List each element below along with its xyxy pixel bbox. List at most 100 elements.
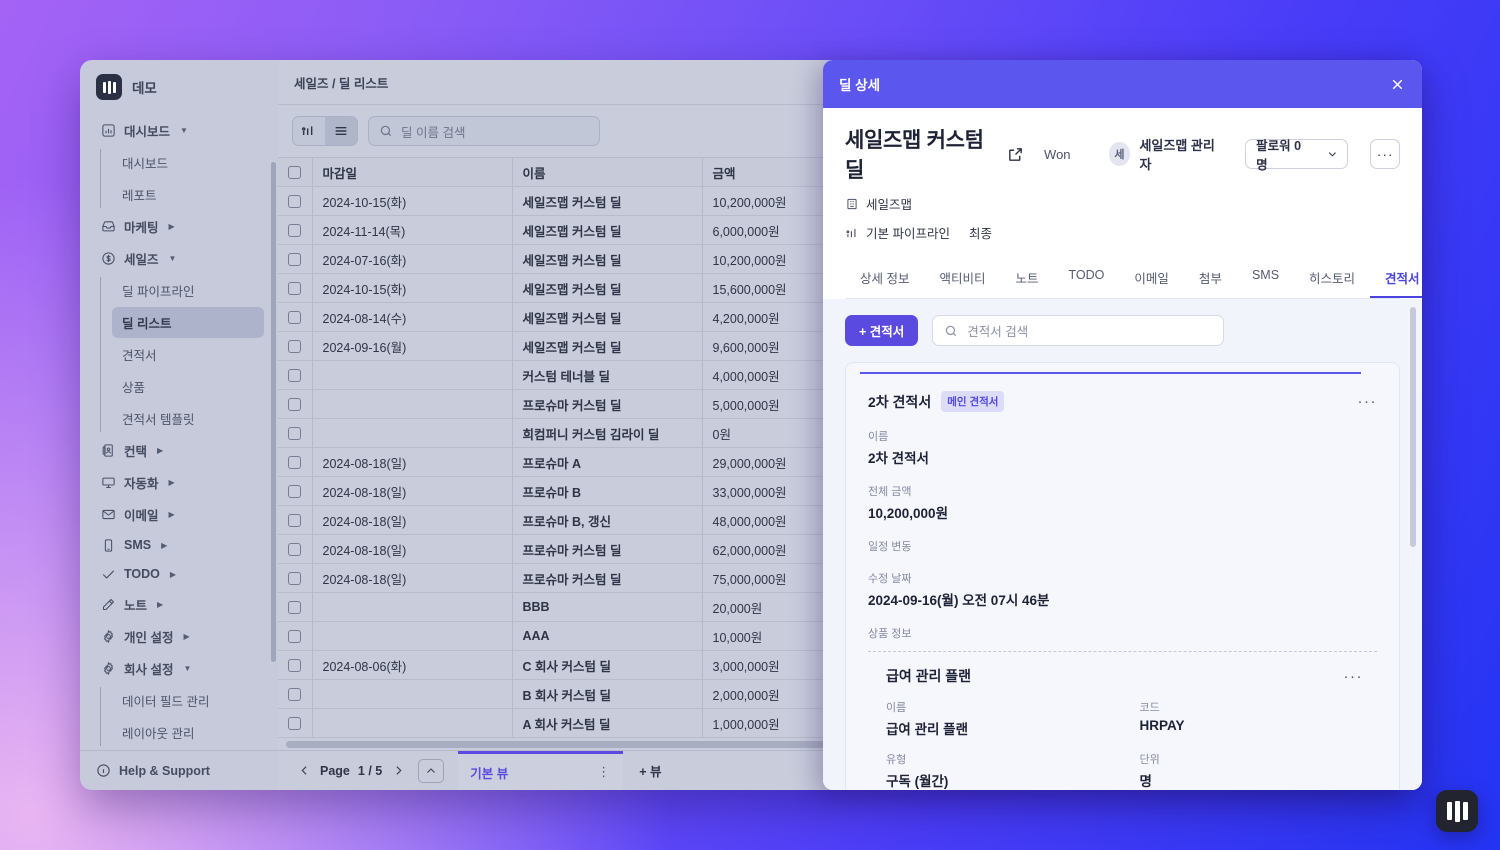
column-header-date[interactable]: 마감일 — [312, 157, 513, 187]
row-checkbox[interactable] — [288, 311, 301, 325]
row-checkbox-cell[interactable] — [278, 331, 313, 361]
row-checkbox[interactable] — [288, 717, 301, 731]
row-checkbox[interactable] — [288, 282, 301, 296]
more-options-button[interactable]: ··· — [1370, 139, 1400, 169]
sidebar-subitem-2-1[interactable]: 딜 리스트 — [112, 307, 264, 338]
row-checkbox[interactable] — [288, 630, 301, 644]
tab-6[interactable]: SMS — [1237, 260, 1294, 298]
tab-2[interactable]: 노트 — [1001, 260, 1054, 298]
row-checkbox-cell[interactable] — [278, 244, 313, 274]
quote-search-input[interactable]: 견적서 검색 — [932, 315, 1225, 346]
row-checkbox[interactable] — [288, 253, 301, 267]
row-checkbox-cell[interactable] — [278, 186, 313, 216]
row-checkbox[interactable] — [288, 398, 301, 412]
cell-name: BBB — [512, 592, 703, 622]
sidebar-item-10[interactable]: 회사 설정 ▼ — [88, 653, 264, 684]
deal-owner[interactable]: 세 세일즈맵 관리자 — [1108, 135, 1220, 173]
cell-name: 세일즈맵 커스텀 딜 — [512, 302, 703, 332]
list-view-button[interactable] — [325, 117, 357, 145]
sidebar-subitem-0-1[interactable]: 레포트 — [112, 179, 264, 210]
floating-app-button[interactable] — [1436, 790, 1478, 832]
add-view-button[interactable]: + 뷰 — [639, 761, 661, 780]
sidebar-subitem-2-4[interactable]: 견적서 템플릿 — [112, 403, 264, 434]
product-menu-icon[interactable]: ··· — [1344, 668, 1364, 685]
row-checkbox[interactable] — [288, 195, 301, 209]
row-checkbox[interactable] — [288, 485, 301, 499]
row-checkbox-cell[interactable] — [278, 360, 313, 390]
row-checkbox[interactable] — [288, 340, 301, 354]
row-checkbox-cell[interactable] — [278, 505, 313, 535]
sidebar-scrollbar[interactable] — [271, 162, 276, 662]
next-page-button[interactable] — [386, 759, 410, 783]
tab-7[interactable]: 히스토리 — [1294, 260, 1370, 298]
row-checkbox-cell[interactable] — [278, 418, 313, 448]
quote-title: 2차 견적서 — [868, 393, 932, 410]
follower-dropdown[interactable]: 팔로워 0명 — [1245, 139, 1349, 172]
tab-3[interactable]: TODO — [1054, 260, 1120, 298]
sidebar-item-8[interactable]: 노트 ▶ — [88, 589, 264, 620]
row-checkbox-cell[interactable] — [278, 389, 313, 419]
row-checkbox-cell[interactable] — [278, 447, 313, 477]
row-checkbox[interactable] — [288, 543, 301, 557]
row-checkbox-cell[interactable] — [278, 679, 313, 709]
tab-8[interactable]: 견적서 — [1370, 260, 1422, 298]
tab-0[interactable]: 상세 정보 — [845, 260, 924, 298]
tab-1[interactable]: 액티비티 — [924, 260, 1000, 298]
sidebar-item-label: 이메일 — [124, 509, 159, 523]
row-checkbox-cell[interactable] — [278, 592, 313, 622]
view-tab-default[interactable]: 기본 뷰 ⋮ — [458, 750, 624, 790]
deal-search-input[interactable]: 딜 이름 검색 — [368, 116, 600, 146]
tab-5[interactable]: 첨부 — [1184, 260, 1237, 298]
sidebar-item-3[interactable]: 컨택 ▶ — [88, 435, 264, 466]
sidebar-item-0[interactable]: 대시보드 ▼ — [88, 115, 264, 146]
chart-view-button[interactable] — [293, 117, 325, 145]
pipeline-row[interactable]: 기본 파이프라인 최종 — [845, 223, 1400, 242]
external-link-icon[interactable] — [1007, 146, 1024, 163]
sidebar-subitem-2-3[interactable]: 상품 — [112, 371, 264, 402]
collapse-views-button[interactable] — [418, 758, 445, 783]
sidebar-item-4[interactable]: 자동화 ▶ — [88, 467, 264, 498]
row-checkbox-cell[interactable] — [278, 650, 313, 680]
sidebar-item-1[interactable]: 마케팅 ▶ — [88, 211, 264, 242]
row-checkbox[interactable] — [288, 659, 301, 673]
help-and-support-button[interactable]: Help & Support — [80, 750, 278, 790]
sidebar-item-9[interactable]: 개인 설정 ▶ — [88, 621, 264, 652]
company-row[interactable]: 세일즈맵 — [845, 194, 1400, 213]
row-checkbox-cell[interactable] — [278, 621, 313, 651]
row-checkbox-cell[interactable] — [278, 563, 313, 593]
close-icon[interactable] — [1389, 76, 1406, 93]
select-all-checkbox-cell[interactable] — [278, 157, 313, 187]
row-checkbox-cell[interactable] — [278, 273, 313, 303]
select-all-checkbox[interactable] — [288, 166, 301, 180]
row-checkbox[interactable] — [288, 456, 301, 470]
sidebar-subitem-10-0[interactable]: 데이터 필드 관리 — [112, 685, 264, 716]
add-quote-button[interactable]: + 견적서 — [845, 315, 919, 346]
brand[interactable]: 데모 — [80, 60, 278, 110]
row-checkbox-cell[interactable] — [278, 302, 313, 332]
sidebar-subitem-0-0[interactable]: 대시보드 — [112, 147, 264, 178]
row-checkbox[interactable] — [288, 688, 301, 702]
view-tab-menu-icon[interactable]: ⋮ — [597, 764, 611, 780]
sidebar-subitem-2-0[interactable]: 딜 파이프라인 — [112, 275, 264, 306]
sidebar-subitem-2-2[interactable]: 견적서 — [112, 339, 264, 370]
column-header-name[interactable]: 이름 — [512, 157, 703, 187]
row-checkbox-cell[interactable] — [278, 215, 313, 245]
row-checkbox[interactable] — [288, 369, 301, 383]
row-checkbox-cell[interactable] — [278, 476, 313, 506]
tab-4[interactable]: 이메일 — [1119, 260, 1184, 298]
row-checkbox[interactable] — [288, 514, 301, 528]
sidebar-item-7[interactable]: TODO ▶ — [88, 560, 264, 588]
sidebar-item-5[interactable]: 이메일 ▶ — [88, 499, 264, 530]
row-checkbox-cell[interactable] — [278, 534, 313, 564]
row-checkbox-cell[interactable] — [278, 708, 313, 738]
row-checkbox[interactable] — [288, 427, 301, 441]
detail-scrollbar[interactable] — [1410, 307, 1416, 547]
quote-menu-icon[interactable]: ··· — [1358, 393, 1378, 410]
sidebar-subitem-10-1[interactable]: 레이아웃 관리 — [112, 717, 264, 748]
sidebar-item-2[interactable]: 세일즈 ▼ — [88, 243, 264, 274]
row-checkbox[interactable] — [288, 601, 301, 615]
prev-page-button[interactable] — [292, 759, 316, 783]
sidebar-item-6[interactable]: SMS ▶ — [88, 531, 264, 559]
row-checkbox[interactable] — [288, 572, 301, 586]
row-checkbox[interactable] — [288, 224, 301, 238]
